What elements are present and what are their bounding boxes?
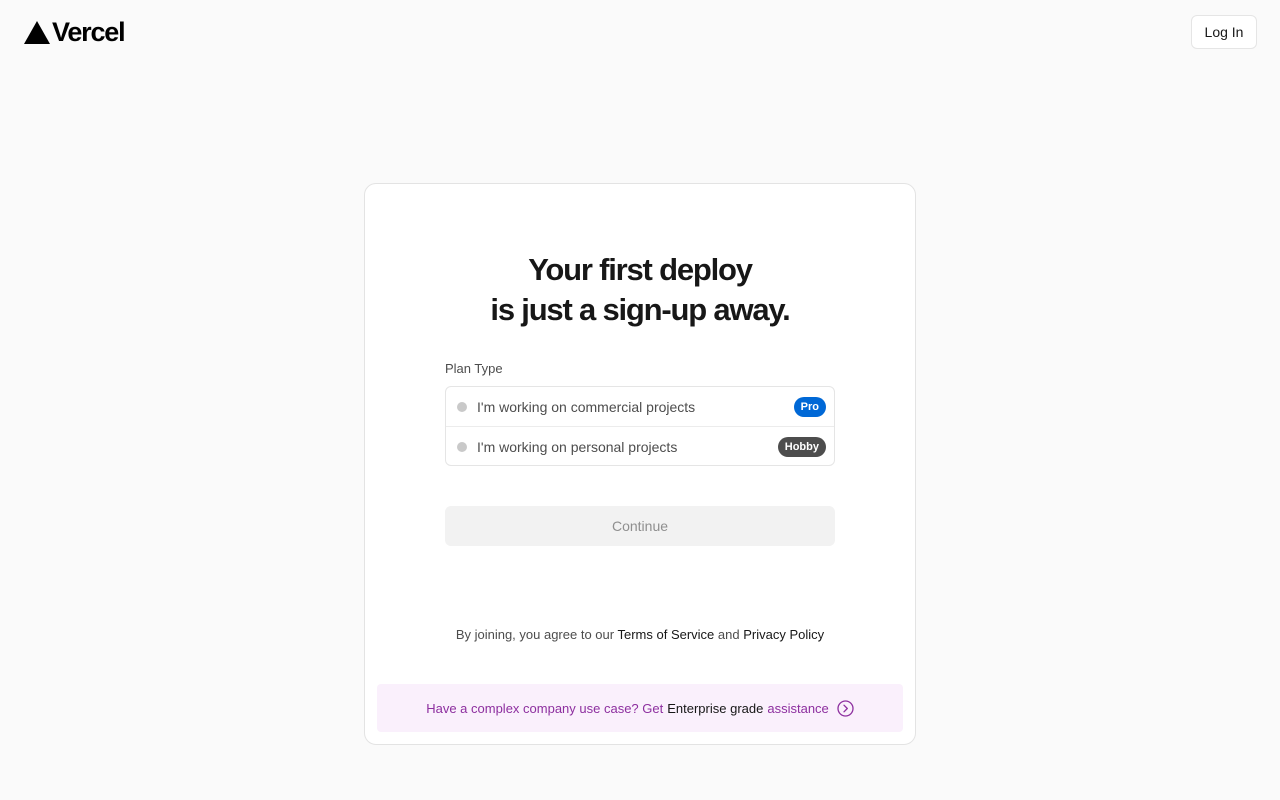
vercel-logo[interactable]: Vercel	[24, 17, 126, 47]
brand-name: Vercel	[52, 17, 126, 47]
radio-icon[interactable]	[457, 441, 467, 452]
privacy-policy-link[interactable]: Privacy Policy	[743, 627, 824, 642]
headline-line-1: Your first deploy	[528, 252, 753, 287]
top-header: Vercel Log In	[0, 0, 1280, 64]
legal-notice: By joining, you agree to our Terms of Se…	[365, 627, 915, 642]
radio-icon[interactable]	[457, 401, 467, 412]
legal-and: and	[717, 627, 740, 642]
signup-card: Your first deploy is just a sign-up away…	[364, 183, 916, 745]
chevron-right-circle-icon	[837, 699, 854, 717]
pro-badge: Pro	[793, 396, 826, 417]
plan-type-label: Plan Type	[445, 361, 503, 376]
plan-option-commercial[interactable]: I'm working on commercial projects Pro	[446, 387, 834, 426]
enterprise-strong: Enterprise grade	[667, 700, 764, 716]
plan-option-label: I'm working on personal projects	[477, 438, 678, 455]
login-button[interactable]: Log In	[1191, 15, 1257, 49]
plan-option-personal[interactable]: I'm working on personal projects Hobby	[446, 426, 834, 465]
headline-line-2: is just a sign-up away.	[490, 292, 790, 327]
legal-prefix: By joining, you agree to our	[455, 627, 615, 642]
enterprise-assistance-banner[interactable]: Have a complex company use case? Get Ent…	[377, 684, 903, 732]
plan-type-radio-group: I'm working on commercial projects Pro I…	[445, 386, 835, 466]
vercel-triangle-icon	[24, 20, 50, 44]
page-title: Your first deploy is just a sign-up away…	[365, 250, 915, 330]
enterprise-suffix: assistance	[767, 700, 829, 716]
continue-button[interactable]: Continue	[445, 506, 835, 546]
enterprise-prefix: Have a complex company use case? Get	[426, 700, 664, 716]
hobby-badge: Hobby	[777, 436, 826, 457]
plan-option-label: I'm working on commercial projects	[477, 398, 696, 415]
terms-of-service-link[interactable]: Terms of Service	[617, 627, 714, 642]
